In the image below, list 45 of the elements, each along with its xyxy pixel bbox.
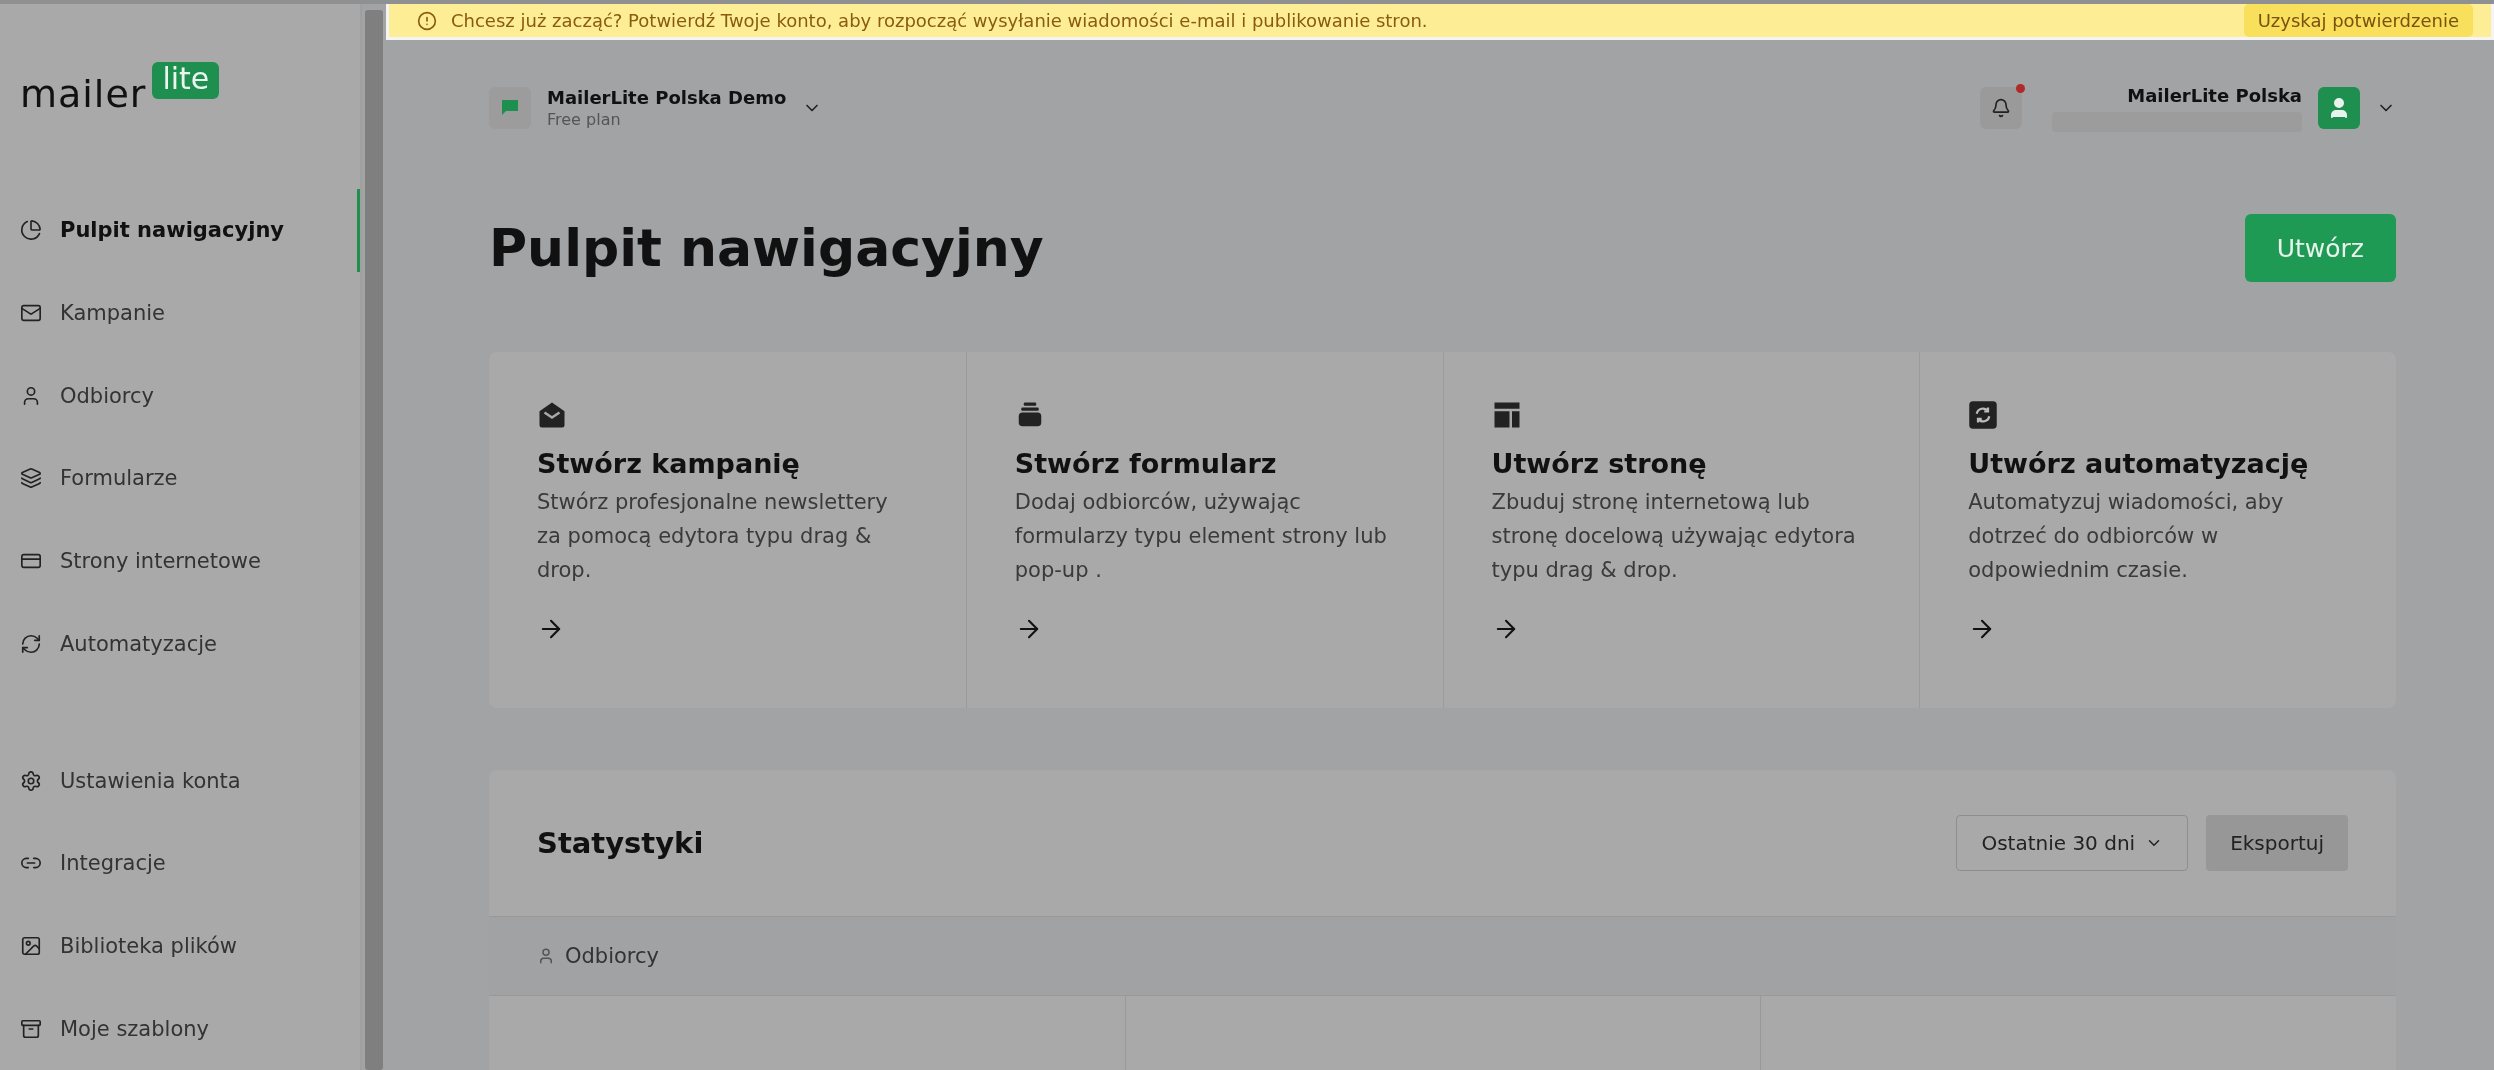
create-button[interactable]: Utwórz [2244,214,2396,282]
scrollbar[interactable] [365,10,383,1070]
card-title: Utwórz automatyzację [1968,448,2310,479]
user-icon [537,947,555,965]
card-title: Utwórz stronę [1491,448,1708,479]
sidebar-item[interactable]: Moje szablony [0,987,360,1070]
account-plan: Free plan [547,110,622,129]
settings-icon [20,769,42,792]
sidebar-item[interactable]: Formularze [0,437,360,520]
refresh-icon [1968,400,1999,430]
confirm-button[interactable]: Uzyskaj potwierdzenie [2243,4,2473,37]
sidebar-item[interactable]: Odbiorcy [0,354,360,438]
card-description: Dodaj odbiorców, używając formularzy typu element strony lub pop-up . [1014,489,1388,584]
banner-message: Chcesz już zacząć? Potwierdź Twoje konto, aby rozpocząć wysyłanie wiadomości e-mail i publikowanie stron. [451,10,1429,31]
chat-bubble-icon [500,99,520,117]
account-name: MailerLite Polska Demo [547,87,787,108]
card-description: Zbuduj stronę internetową lub stronę docelową używając edytora typu drag & drop. [1491,489,1857,584]
sidebar-item[interactable]: Pulpit nawigacyjny [0,189,360,272]
card-description: Automatyzuj wiadomości, aby dotrzeć do odbiorców w odpowiednim czasie. [1968,489,2285,584]
logo-badge: lite [152,62,220,99]
card-description: Stwórz profesjonalne newslettery za pomocą edytora typu drag & drop. [537,489,889,584]
pie-chart-icon [20,219,42,242]
sidebar-item[interactable]: Automatyzacje [0,602,360,686]
alert-icon [417,10,437,31]
user-name: MailerLite Polska [2127,84,2302,106]
envelope-icon [537,400,567,430]
avatar[interactable] [2318,87,2360,129]
card-title: Stwórz formularz [1014,448,1278,479]
sidebar-item[interactable]: Kampanie [0,271,360,355]
refresh-icon [20,632,42,655]
sidebar-item[interactable]: Biblioteka plików [0,904,360,988]
export-button[interactable]: Eksportuj [2206,815,2348,871]
page-title: Pulpit nawigacyjny [489,218,1044,278]
sidebar-item[interactable]: Strony internetowe [0,519,360,603]
bell-icon [1991,98,2011,118]
stats-title: Statystyki [537,826,705,860]
layers-icon [20,467,42,490]
sidebar-item[interactable]: Ustawienia konta [0,739,360,822]
period-dropdown[interactable]: Ostatnie 30 dni [1956,815,2189,871]
card-title: Stwórz kampanię [537,448,801,479]
notifications-button[interactable] [1980,87,2022,129]
image-icon [20,935,42,957]
sidebar-item[interactable]: Integracje [0,821,360,905]
logo-text: mailer [20,75,147,113]
tab-label: Odbiorcy [565,944,660,968]
